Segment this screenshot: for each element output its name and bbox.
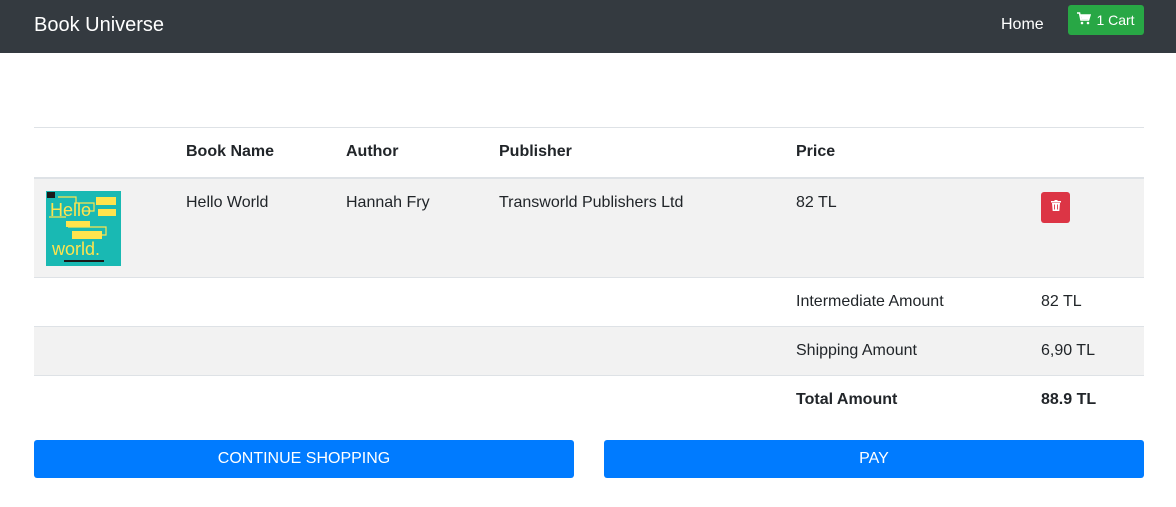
cart-button[interactable]: 1 Cart — [1068, 5, 1144, 35]
table-row: Hello world. Hello World Hannah Fry Tran… — [34, 177, 1144, 278]
total-amount-value: 88.9 TL — [1041, 391, 1097, 408]
table-header: Book Name Author Publisher Price — [34, 127, 1144, 178]
book-cover-image[interactable]: Hello world. — [46, 190, 121, 266]
column-header-action — [1041, 128, 1144, 178]
shipping-amount-label: Shipping Amount — [796, 342, 917, 359]
summary-row-total: Total Amount 88.9 TL — [34, 376, 1144, 425]
cover-title-top: Hello — [50, 200, 91, 220]
cart-label: 1 Cart — [1096, 12, 1135, 28]
intermediate-amount-value: 82 TL — [1041, 293, 1082, 310]
cover-title-bottom: world. — [51, 239, 100, 259]
column-header-book-name: Book Name — [186, 143, 275, 160]
continue-shopping-button[interactable]: CONTINUE SHOPPING — [34, 440, 574, 478]
intermediate-amount-label: Intermediate Amount — [796, 293, 944, 310]
trash-icon — [1050, 197, 1061, 217]
nav-home-link[interactable]: Home — [1001, 15, 1044, 35]
navbar: Book Universe Home 1 Cart — [0, 0, 1176, 53]
shipping-amount-value: 6,90 TL — [1041, 342, 1095, 359]
column-header-publisher: Publisher — [499, 143, 572, 160]
column-header-price: Price — [796, 143, 836, 160]
cell-publisher: Transworld Publishers Ltd — [499, 193, 684, 211]
total-amount-label: Total Amount — [796, 391, 898, 408]
shopping-cart-icon — [1077, 12, 1092, 28]
cell-price: 82 TL — [796, 193, 837, 211]
pay-button[interactable]: PAY — [604, 440, 1144, 478]
delete-button[interactable] — [1041, 191, 1070, 223]
summary-row-shipping: Shipping Amount 6,90 TL — [34, 326, 1144, 376]
cart-table: Book Name Author Publisher Price Hello w… — [34, 127, 1144, 425]
summary-row-intermediate: Intermediate Amount 82 TL — [34, 278, 1144, 327]
column-header-author: Author — [346, 143, 399, 160]
cell-book-name: Hello World — [186, 193, 269, 211]
brand-link[interactable]: Book Universe — [34, 13, 164, 37]
column-header-image — [34, 128, 186, 178]
cell-author: Hannah Fry — [346, 193, 430, 211]
